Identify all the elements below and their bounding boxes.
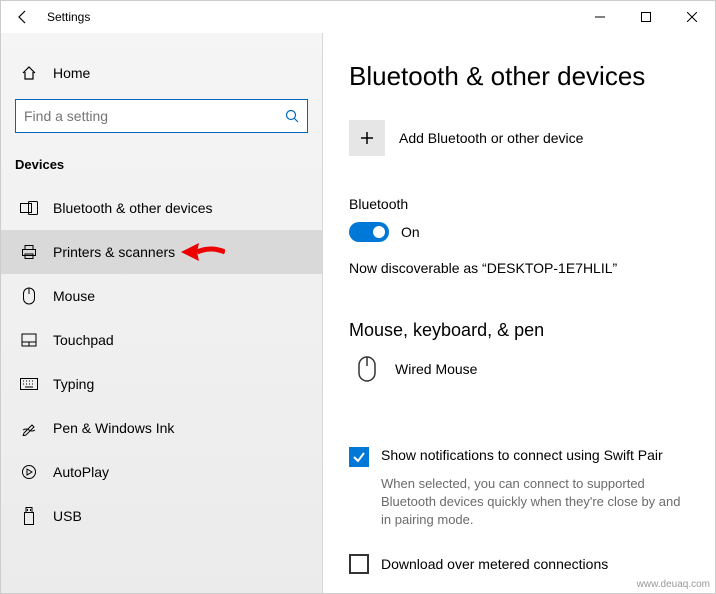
sidebar-section-header: Devices [1,151,322,186]
keyboard-icon [19,378,39,390]
bluetooth-toggle-state: On [401,224,420,240]
settings-window: Settings Home [0,0,716,594]
search-input[interactable] [24,108,285,124]
pen-icon [19,420,39,436]
sidebar: Home Devices Bluetooth & other devices [1,33,323,593]
plus-icon [349,120,385,156]
window-title: Settings [47,10,90,24]
mouse-icon [19,287,39,305]
sidebar-item-label: Typing [53,376,94,392]
content-pane: Bluetooth & other devices Add Bluetooth … [323,33,715,593]
add-device-label: Add Bluetooth or other device [399,130,583,146]
section-mouse-keyboard: Mouse, keyboard, & pen [349,320,685,341]
sidebar-item-touchpad[interactable]: Touchpad [1,318,322,362]
sidebar-item-label: Printers & scanners [53,244,175,260]
device-row[interactable]: Wired Mouse [349,351,685,387]
maximize-button[interactable] [623,1,669,33]
sidebar-item-label: Bluetooth & other devices [53,200,213,216]
metered-label: Download over metered connections [381,556,608,572]
sidebar-item-label: Touchpad [53,332,114,348]
swift-pair-checkbox[interactable] [349,447,369,467]
autoplay-icon [19,464,39,480]
usb-icon [19,507,39,525]
touchpad-icon [19,333,39,347]
add-device-button[interactable]: Add Bluetooth or other device [349,120,685,156]
page-title: Bluetooth & other devices [349,61,685,92]
swift-pair-description: When selected, you can connect to suppor… [381,475,685,530]
window-body: Home Devices Bluetooth & other devices [1,33,715,593]
back-button[interactable] [9,3,37,31]
sidebar-item-label: Mouse [53,288,95,304]
devices-icon [19,201,39,215]
sidebar-item-printers[interactable]: Printers & scanners [1,230,322,274]
device-label: Wired Mouse [395,361,477,377]
bluetooth-label: Bluetooth [349,196,685,212]
metered-checkbox[interactable] [349,554,369,574]
sidebar-item-label: USB [53,508,82,524]
discoverable-text: Now discoverable as “DESKTOP-1E7HLIL” [349,260,685,276]
annotation-arrow [181,240,225,264]
home-label: Home [53,65,90,81]
search-box[interactable] [15,99,308,133]
watermark: www.deuaq.com [637,579,710,590]
sidebar-item-bluetooth[interactable]: Bluetooth & other devices [1,186,322,230]
mouse-icon [349,351,385,387]
close-button[interactable] [669,1,715,33]
sidebar-item-usb[interactable]: USB [1,494,322,538]
home-button[interactable]: Home [1,53,322,93]
search-icon [285,109,299,123]
sidebar-item-typing[interactable]: Typing [1,362,322,406]
sidebar-item-mouse[interactable]: Mouse [1,274,322,318]
sidebar-nav: Bluetooth & other devices Printers & sca… [1,186,322,593]
minimize-button[interactable] [577,1,623,33]
printer-icon [19,244,39,260]
sidebar-item-label: Pen & Windows Ink [53,420,174,436]
bluetooth-toggle[interactable] [349,222,389,242]
sidebar-item-label: AutoPlay [53,464,109,480]
sidebar-item-autoplay[interactable]: AutoPlay [1,450,322,494]
swift-pair-label: Show notifications to connect using Swif… [381,447,663,463]
home-icon [19,65,39,81]
titlebar: Settings [1,1,715,33]
sidebar-item-pen[interactable]: Pen & Windows Ink [1,406,322,450]
